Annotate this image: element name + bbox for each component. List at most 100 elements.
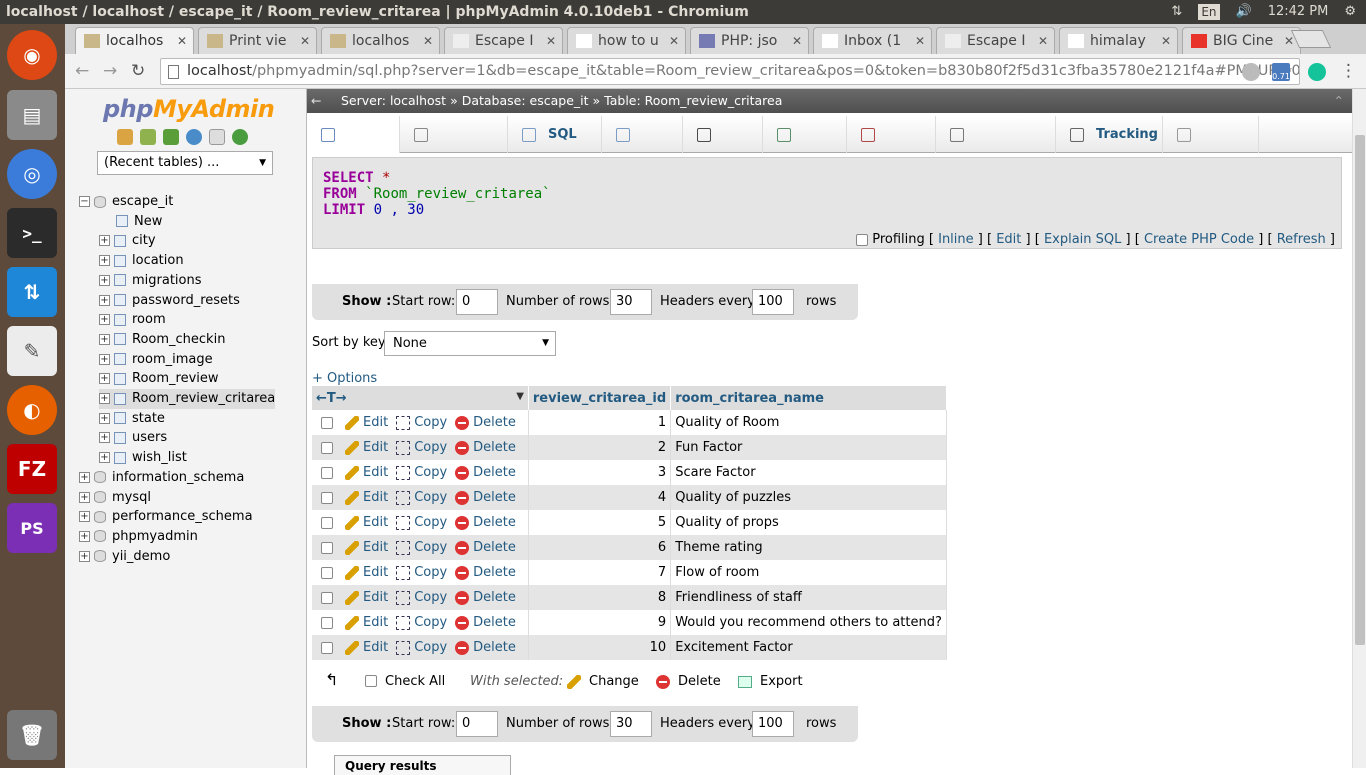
row-checkbox[interactable] [321,541,333,554]
expand-icon[interactable]: + [99,333,110,345]
speed-extension-icon[interactable]: 0.71 [1272,63,1290,81]
cell-review-critarea-id[interactable]: 10 [528,635,672,660]
number-of-rows-input-bottom[interactable]: 30 [610,711,652,737]
expand-icon[interactable]: + [79,511,90,523]
expand-icon[interactable]: + [99,412,110,424]
delete-link[interactable]: Delete [455,565,516,580]
cell-room-critarea-name[interactable]: Quality of Room [670,410,947,435]
browser-tab[interactable]: PHP: jso ✕ [690,27,809,54]
cell-room-critarea-name[interactable]: Quality of puzzles [670,485,947,510]
row-checkbox[interactable] [321,516,333,529]
scrollbar-thumb[interactable] [1355,135,1365,645]
tree-db-mysql[interactable]: + mysql [79,488,151,508]
collapse-icon[interactable]: − [79,196,90,207]
row-checkbox[interactable] [321,566,333,579]
tree-table-city[interactable]: + city [99,231,156,251]
tree-table-migrations[interactable]: + migrations [99,271,202,291]
copy-link[interactable]: Copy [396,640,447,655]
headers-every-input[interactable]: 100 [752,289,794,315]
delete-link[interactable]: Delete [455,540,516,555]
chromium-icon[interactable]: ◎ [7,149,57,199]
edit-link[interactable]: Edit [345,515,388,530]
copy-link[interactable]: Copy [396,490,447,505]
tree-table-room_image[interactable]: + room_image [99,350,213,370]
expand-icon[interactable]: + [79,491,90,503]
browser-tab[interactable]: Escape I ✕ [444,27,563,54]
close-tab-icon[interactable]: ✕ [546,28,556,54]
number-of-rows-input[interactable]: 30 [610,289,652,315]
angular-extension-icon[interactable] [1242,63,1260,81]
cell-room-critarea-name[interactable]: Quality of props [670,510,947,535]
expand-icon[interactable]: + [79,530,90,542]
cell-review-critarea-id[interactable]: 1 [528,410,672,435]
breadcrumb-server[interactable]: Server: localhost [341,93,446,108]
tree-table-room_review[interactable]: + Room_review [99,369,219,389]
cell-room-critarea-name[interactable]: Would you recommend others to attend? [670,610,947,635]
column-header-id[interactable]: review_critarea_id [528,386,672,410]
tree-db-escape_it[interactable]: − escape_it [79,192,173,212]
cell-room-critarea-name[interactable]: Flow of room [670,560,947,585]
delete-link[interactable]: Delete [455,515,516,530]
close-tab-icon[interactable]: ✕ [669,28,679,54]
edit-link[interactable]: Edit [345,440,388,455]
expand-icon[interactable]: + [99,255,110,267]
delete-link[interactable]: Delete [455,590,516,605]
row-checkbox[interactable] [321,491,333,504]
options-link[interactable]: + Options [312,371,377,386]
expand-icon[interactable]: + [79,550,90,562]
back-icon[interactable]: ← [75,61,89,81]
cell-review-critarea-id[interactable]: 7 [528,560,672,585]
tab-triggers[interactable]: Triggers [1163,116,1259,179]
reload-icon[interactable]: ↻ [131,61,145,81]
copy-link[interactable]: Copy [396,440,447,455]
sql-docs-icon[interactable] [209,129,225,145]
tab-browse[interactable]: Browse [307,116,400,179]
phpstorm-icon[interactable]: PS [7,503,57,553]
export-selected-button[interactable]: Export [738,667,803,697]
close-tab-icon[interactable]: ✕ [915,28,925,54]
collapse-up-icon[interactable]: ⌃ [1334,89,1344,113]
tab-search[interactable]: Search [602,116,683,179]
browser-tab[interactable]: Inbox (1 ✕ [813,27,932,54]
tab-export[interactable]: Export [763,116,847,179]
browser-tab[interactable]: Print vie ✕ [198,27,317,54]
expand-icon[interactable]: + [79,471,90,483]
volume-icon[interactable]: 🔊 [1236,0,1252,24]
tree-db-phpmyadmin[interactable]: + phpmyadmin [79,527,198,547]
edit-link[interactable]: Edit [345,540,388,555]
create-php-code-link[interactable]: Create PHP Code [1144,232,1254,247]
copy-link[interactable]: Copy [396,540,447,555]
browser-tab[interactable]: himalay ✕ [1059,27,1178,54]
expand-icon[interactable]: + [99,452,110,464]
cell-review-critarea-id[interactable]: 3 [528,460,672,485]
headers-every-input-bottom[interactable]: 100 [752,711,794,737]
address-bar[interactable]: localhost/phpmyadmin/sql.php?server=1&db… [160,58,1300,85]
copy-link[interactable]: Copy [396,565,447,580]
row-checkbox[interactable] [321,441,333,454]
browser-tab[interactable]: localhos ✕ [75,27,194,54]
cell-room-critarea-name[interactable]: Theme rating [670,535,947,560]
delete-link[interactable]: Delete [455,440,516,455]
copy-link[interactable]: Copy [396,615,447,630]
edit-link[interactable]: Edit [345,490,388,505]
copy-link[interactable]: Copy [396,465,447,480]
menu-icon[interactable]: ⋮ [1340,61,1357,81]
delete-link[interactable]: Delete [455,415,516,430]
recent-tables-select[interactable]: (Recent tables) ... ▼ [97,151,273,175]
tab-tracking[interactable]: Tracking [1056,116,1163,153]
query-window-icon[interactable] [163,129,179,145]
close-tab-icon[interactable]: ✕ [300,28,310,54]
ubuntu-dash-icon[interactable]: ◉ [7,30,57,80]
terminal-icon[interactable]: >_ [7,208,57,258]
row-checkbox[interactable] [321,616,333,629]
edit-sql-link[interactable]: Edit [996,232,1021,247]
reload-navigation-icon[interactable] [232,129,248,145]
expand-icon[interactable]: + [99,235,110,247]
tab-import[interactable]: Import [847,116,936,179]
close-tab-icon[interactable]: ✕ [792,28,802,54]
delete-link[interactable]: Delete [455,490,516,505]
edit-link[interactable]: Edit [345,615,388,630]
breadcrumb-table[interactable]: Table: Room_review_critarea [604,93,782,108]
explain-sql-link[interactable]: Explain SQL [1044,232,1121,247]
change-button[interactable]: Change [567,667,639,697]
